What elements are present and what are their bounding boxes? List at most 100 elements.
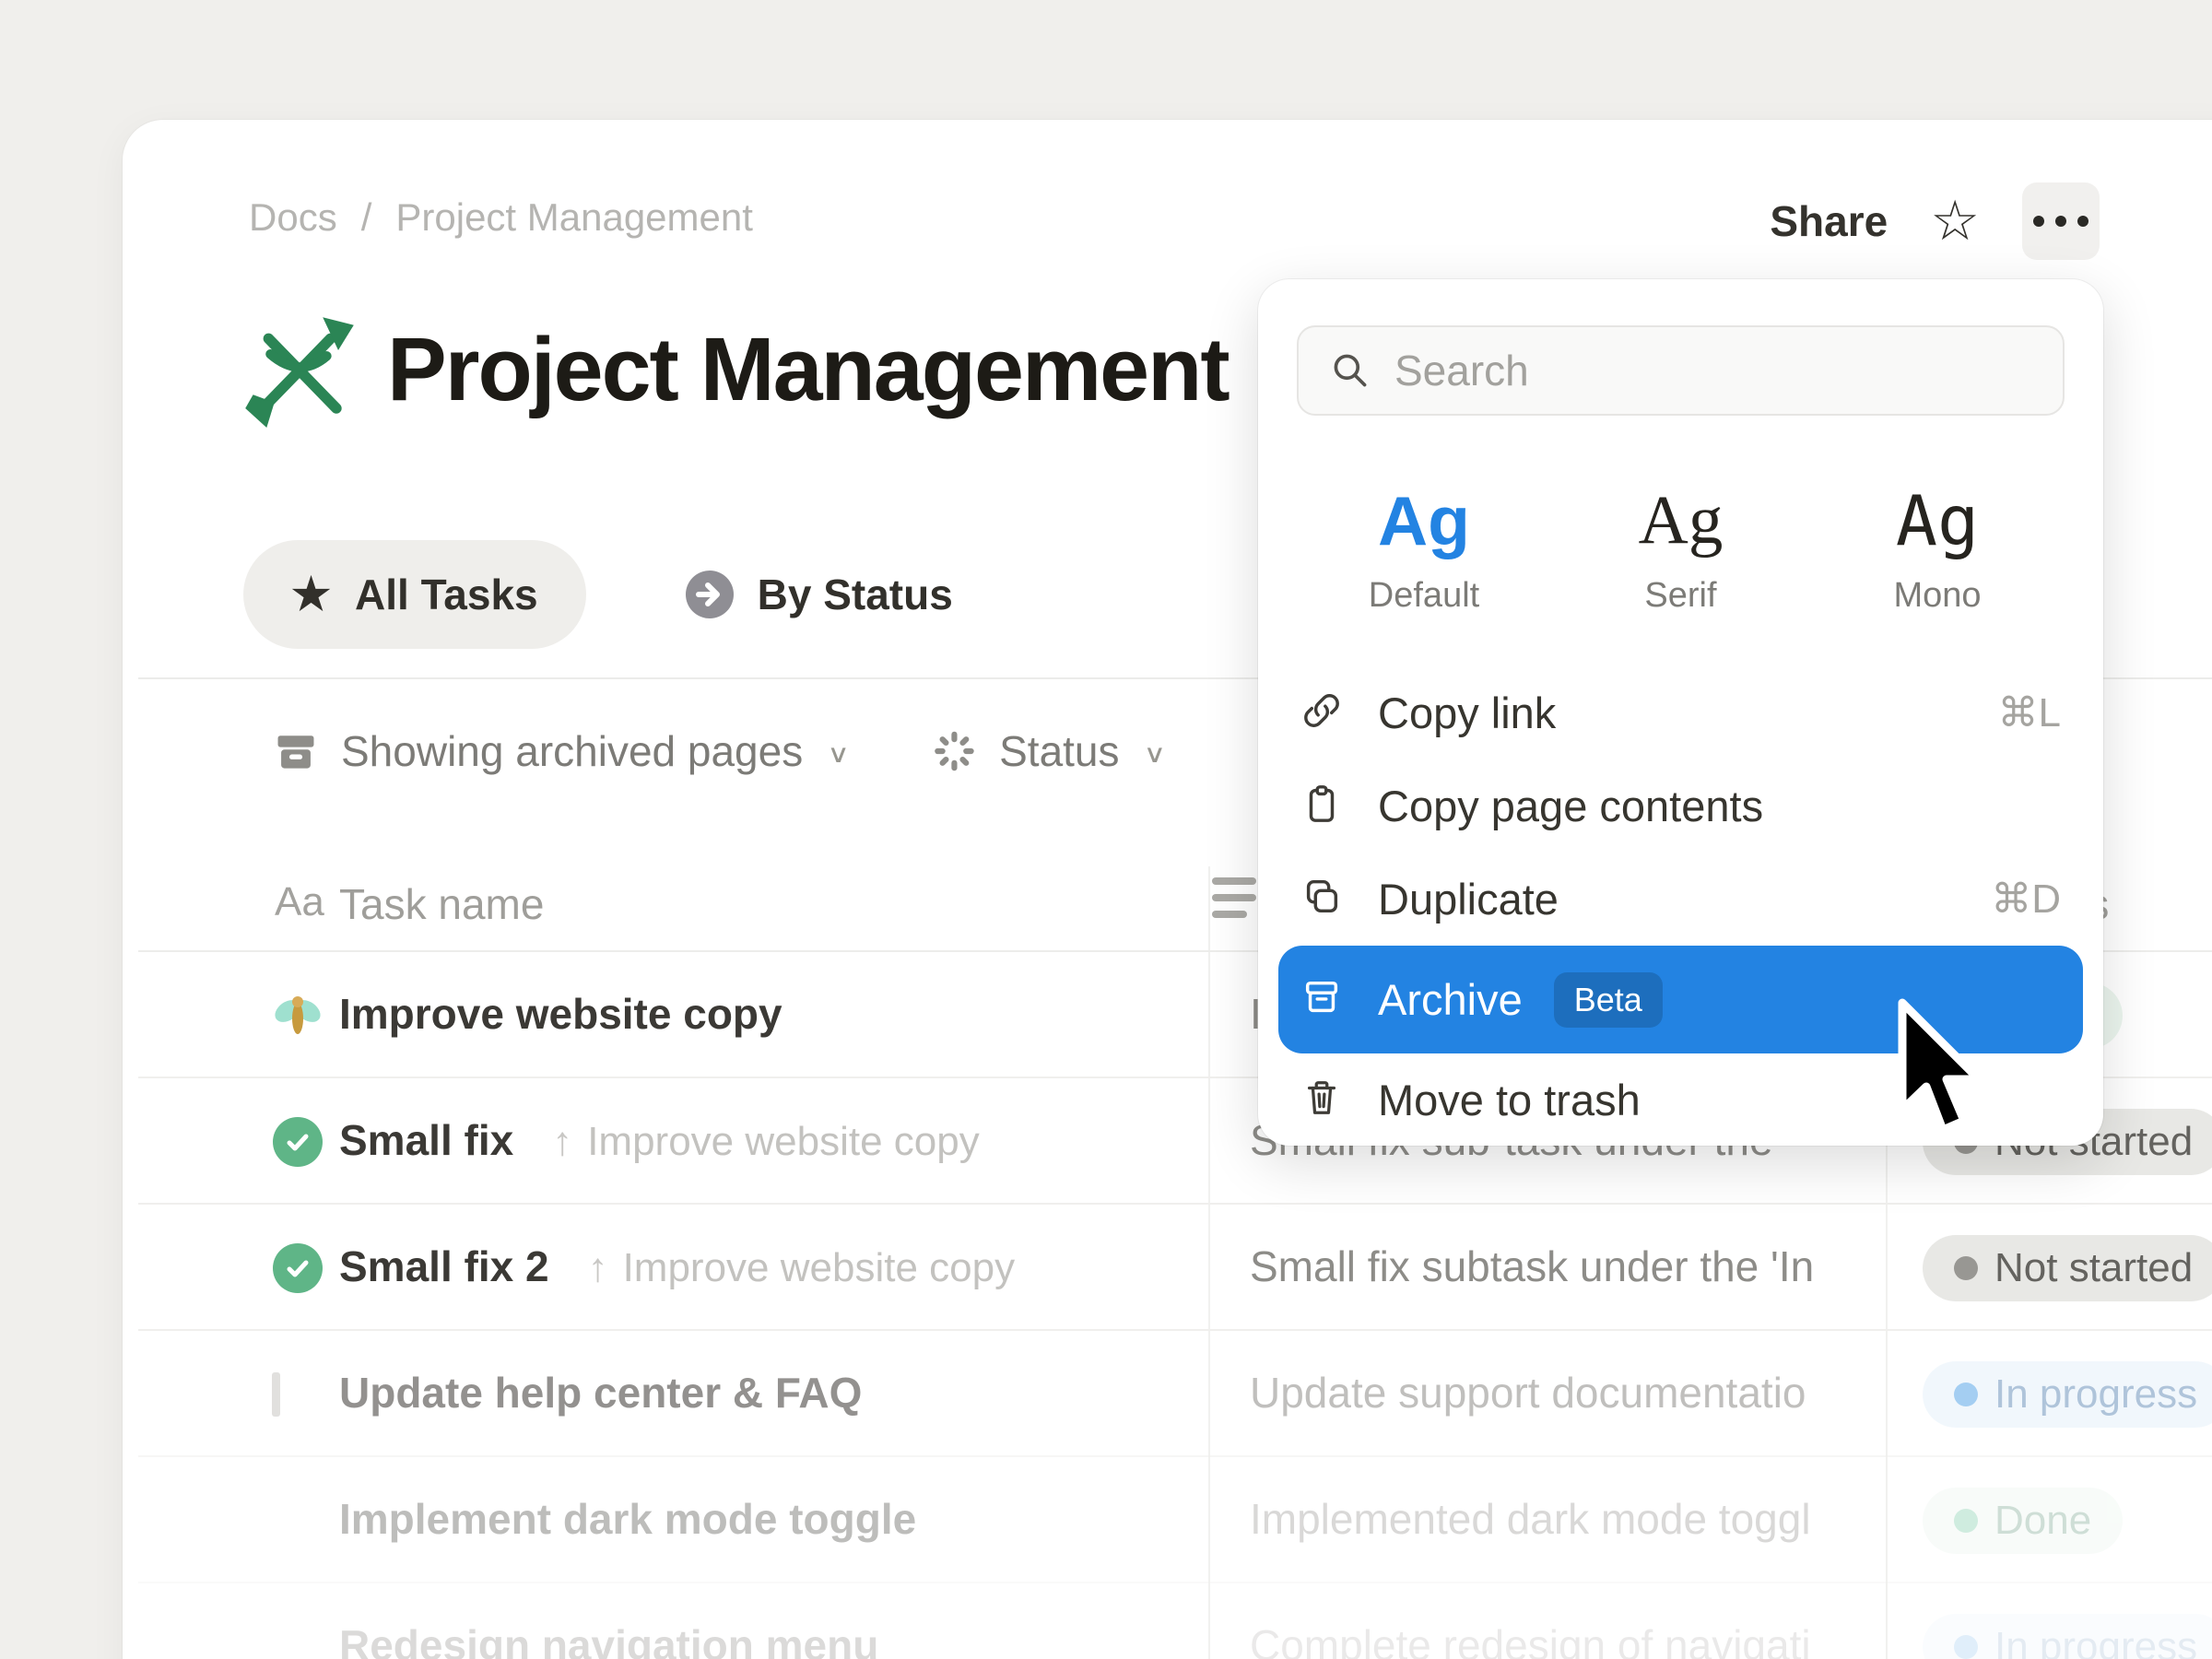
status-dot-icon — [1954, 1509, 1978, 1533]
font-sample: Ag — [1350, 475, 1498, 567]
archive-icon — [1300, 976, 1343, 1023]
breadcrumb: Docs / Project Management — [249, 195, 753, 240]
tab-all-tasks[interactable]: ★ All Tasks — [243, 540, 586, 649]
task-name-cell[interactable]: Small fix 2 ↑ Improve website copy — [339, 1241, 1015, 1291]
task-name: Small fix 2 — [339, 1241, 549, 1291]
status-badge[interactable]: In progress — [1923, 1614, 2212, 1659]
task-name-cell[interactable]: Small fix ↑ Improve website copy — [339, 1115, 980, 1165]
task-description-cell[interactable]: Update support documentatio — [1250, 1368, 1884, 1418]
column-header-task-name[interactable]: Task name — [339, 879, 544, 929]
font-option-label: Serif — [1607, 576, 1755, 616]
breadcrumb-current[interactable]: Project Management — [395, 195, 753, 240]
font-option-serif[interactable]: Ag Serif — [1607, 475, 1755, 616]
fairy-icon — [273, 991, 323, 1041]
task-name-cell[interactable]: Implement dark mode toggle — [339, 1494, 916, 1544]
status-badge[interactable]: Done — [1923, 1488, 2123, 1554]
task-description-cell[interactable]: Small fix subtask under the 'In — [1250, 1241, 1884, 1291]
search-placeholder: Search — [1394, 346, 1529, 395]
font-sample: Ag — [1864, 475, 2011, 567]
font-sample: Ag — [1607, 475, 1755, 567]
text-type-icon: Aa — [275, 879, 324, 925]
font-option-mono[interactable]: Ag Mono — [1864, 475, 2011, 616]
chevron-down-icon: ∨ — [1144, 734, 1167, 769]
table-row[interactable]: Update help center & FAQ Update support … — [138, 1331, 2212, 1457]
status-badge[interactable]: In progress — [1923, 1361, 2212, 1428]
tab-arrow-circle-icon — [686, 571, 734, 618]
menu-item-label: Archive — [1378, 974, 1523, 1025]
task-name: Improve website copy — [339, 989, 782, 1039]
status-label: Not started — [1994, 1245, 2193, 1291]
trash-icon — [1300, 1077, 1343, 1124]
breadcrumb-docs[interactable]: Docs — [249, 195, 337, 240]
arrow-up-icon: ↑ — [588, 1245, 608, 1291]
menu-item-label: Copy page contents — [1378, 781, 1763, 831]
tab-label: By Status — [758, 570, 953, 619]
status-spinner-icon — [933, 730, 975, 772]
status-label: In progress — [1994, 1371, 2197, 1418]
table-row[interactable]: Redesign navigation menu Complete redesi… — [138, 1583, 2212, 1659]
status-dot-icon — [1954, 1256, 1978, 1280]
status-dot-icon — [1954, 1635, 1978, 1659]
topbar-actions: Share ☆ — [1770, 182, 2100, 260]
view-tabs: ★ All Tasks By Status — [243, 540, 1001, 649]
tab-star-icon: ★ — [291, 569, 331, 620]
check-icon — [273, 1243, 323, 1293]
menu-item-shortcut: ⌘D — [1991, 876, 2061, 923]
share-button[interactable]: Share — [1770, 196, 1888, 246]
clipboard-icon — [1300, 782, 1343, 830]
tab-label: All Tasks — [355, 570, 538, 619]
table-row[interactable]: Implement dark mode toggle Implemented d… — [138, 1457, 2212, 1583]
task-description-cell[interactable]: Complete redesign of navigati — [1250, 1620, 1884, 1659]
menu-search-field[interactable]: Search — [1297, 325, 2065, 416]
menu-item-label: Move to trash — [1378, 1075, 1641, 1125]
archive-box-icon — [275, 730, 317, 772]
crossed-arrows-page-icon[interactable] — [241, 312, 358, 428]
menu-item-label: Copy link — [1378, 688, 1556, 738]
status-filter-label: Status — [999, 726, 1119, 776]
mouse-cursor — [1891, 997, 1993, 1141]
more-options-button[interactable] — [2022, 182, 2100, 260]
menu-item-copy-page-contents[interactable]: Copy page contents — [1258, 759, 2103, 853]
book-icon — [273, 1370, 323, 1419]
ninja-icon — [273, 1496, 323, 1546]
favorite-star-icon[interactable]: ☆ — [1930, 194, 1980, 249]
status-label: Done — [1994, 1498, 2091, 1544]
archived-filter-label: Showing archived pages — [341, 726, 803, 776]
task-name-cell[interactable]: Update help center & FAQ — [339, 1368, 862, 1418]
status-filter-chip[interactable]: Status ∨ — [933, 726, 1166, 776]
menu-item-label: Duplicate — [1378, 874, 1559, 924]
font-option-label: Default — [1350, 576, 1498, 616]
app-canvas: Docs / Project Management Share ☆ Projec… — [0, 0, 2212, 1659]
parent-task-ref[interactable]: ↑ Improve website copy — [552, 1119, 980, 1165]
check-icon — [273, 1117, 323, 1167]
text-align-left-icon — [1212, 877, 1256, 927]
page-title[interactable]: Project Management — [387, 318, 1229, 421]
task-name-cell[interactable]: Improve website copy — [339, 989, 782, 1039]
task-description-cell[interactable]: Implemented dark mode toggl — [1250, 1494, 1884, 1544]
status-badge[interactable]: Not started — [1923, 1235, 2212, 1301]
task-name: Redesign navigation menu — [339, 1620, 878, 1659]
status-label: In progress — [1994, 1624, 2197, 1659]
task-name: Implement dark mode toggle — [339, 1494, 916, 1544]
menu-item-duplicate[interactable]: Duplicate ⌘D — [1258, 853, 2103, 946]
beta-badge: Beta — [1554, 972, 1663, 1028]
menu-item-copy-link[interactable]: Copy link ⌘L — [1258, 666, 2103, 759]
font-option-default[interactable]: Ag Default — [1350, 475, 1498, 616]
font-picker: Ag Default Ag Serif Ag Mono — [1258, 475, 2103, 616]
link-icon — [1300, 689, 1343, 736]
tab-by-status[interactable]: By Status — [638, 540, 1001, 649]
chevron-down-icon: ∨ — [827, 734, 850, 769]
menu-item-shortcut: ⌘L — [1998, 689, 2061, 736]
duplicate-icon — [1300, 876, 1343, 923]
title-row: Project Management — [241, 312, 1229, 428]
table-row[interactable]: Small fix 2 ↑ Improve website copy Small… — [138, 1205, 2212, 1331]
task-name-cell[interactable]: Redesign navigation menu — [339, 1620, 878, 1659]
cap-icon — [273, 1622, 323, 1659]
archived-filter-chip[interactable]: Showing archived pages ∨ — [275, 726, 850, 776]
status-dot-icon — [1954, 1382, 1978, 1406]
task-name: Small fix — [339, 1115, 513, 1165]
search-icon — [1330, 350, 1371, 391]
font-option-label: Mono — [1864, 576, 2011, 616]
breadcrumb-separator: / — [361, 195, 372, 240]
parent-task-ref[interactable]: ↑ Improve website copy — [588, 1245, 1016, 1291]
